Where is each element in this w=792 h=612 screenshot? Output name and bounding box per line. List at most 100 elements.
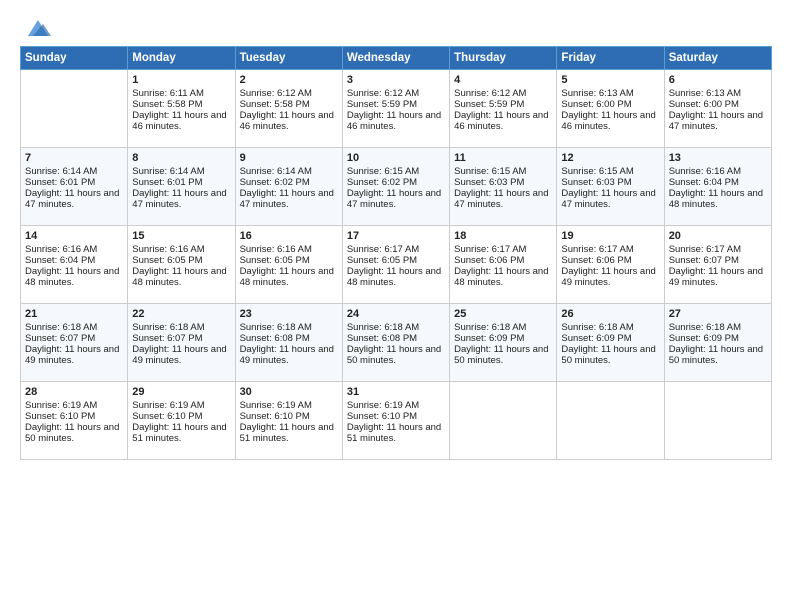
sunrise-text: Sunrise: 6:15 AM	[561, 166, 633, 177]
day-number: 9	[240, 152, 338, 164]
sunset-text: Sunset: 6:00 PM	[561, 99, 631, 110]
daylight-text: Daylight: 11 hours and 46 minutes.	[454, 110, 548, 132]
logo	[20, 18, 53, 36]
daylight-text: Daylight: 11 hours and 48 minutes.	[25, 266, 119, 288]
sunrise-text: Sunrise: 6:19 AM	[347, 400, 419, 411]
sunset-text: Sunset: 6:09 PM	[561, 333, 631, 344]
sunrise-text: Sunrise: 6:16 AM	[669, 166, 741, 177]
header	[20, 18, 772, 36]
daylight-text: Daylight: 11 hours and 48 minutes.	[240, 266, 334, 288]
sunrise-text: Sunrise: 6:19 AM	[25, 400, 97, 411]
day-number: 13	[669, 152, 767, 164]
calendar-week-row: 1Sunrise: 6:11 AMSunset: 5:58 PMDaylight…	[21, 70, 772, 148]
calendar-cell: 2Sunrise: 6:12 AMSunset: 5:58 PMDaylight…	[235, 70, 342, 148]
day-number: 14	[25, 230, 123, 242]
header-day-sunday: Sunday	[21, 47, 128, 70]
sunset-text: Sunset: 5:59 PM	[454, 99, 524, 110]
day-number: 17	[347, 230, 445, 242]
sunset-text: Sunset: 6:01 PM	[25, 177, 95, 188]
sunrise-text: Sunrise: 6:11 AM	[132, 88, 204, 99]
sunset-text: Sunset: 6:06 PM	[454, 255, 524, 266]
calendar-cell: 4Sunrise: 6:12 AMSunset: 5:59 PMDaylight…	[450, 70, 557, 148]
calendar-cell: 27Sunrise: 6:18 AMSunset: 6:09 PMDayligh…	[664, 304, 771, 382]
sunset-text: Sunset: 6:10 PM	[240, 411, 310, 422]
day-number: 25	[454, 308, 552, 320]
sunrise-text: Sunrise: 6:19 AM	[240, 400, 312, 411]
calendar-cell: 9Sunrise: 6:14 AMSunset: 6:02 PMDaylight…	[235, 148, 342, 226]
daylight-text: Daylight: 11 hours and 49 minutes.	[561, 266, 655, 288]
calendar-cell: 28Sunrise: 6:19 AMSunset: 6:10 PMDayligh…	[21, 382, 128, 460]
sunrise-text: Sunrise: 6:15 AM	[347, 166, 419, 177]
day-number: 24	[347, 308, 445, 320]
calendar-cell: 26Sunrise: 6:18 AMSunset: 6:09 PMDayligh…	[557, 304, 664, 382]
daylight-text: Daylight: 11 hours and 47 minutes.	[454, 188, 548, 210]
sunset-text: Sunset: 6:06 PM	[561, 255, 631, 266]
sunrise-text: Sunrise: 6:18 AM	[347, 322, 419, 333]
sunset-text: Sunset: 6:07 PM	[132, 333, 202, 344]
calendar-cell: 30 Sunrise: 6:19 AMSunset: 6:10 PMDayligh…	[235, 382, 342, 460]
daylight-text: Daylight: 11 hours and 51 minutes.	[132, 422, 226, 444]
sunrise-text: Sunrise: 6:12 AM	[347, 88, 419, 99]
daylight-text: Daylight: 11 hours and 51 minutes.	[240, 422, 334, 444]
sunset-text: Sunset: 5:58 PM	[132, 99, 202, 110]
daylight-text: Daylight: 11 hours and 48 minutes.	[132, 266, 226, 288]
daylight-text: Daylight: 11 hours and 50 minutes.	[25, 422, 119, 444]
logo-icon	[23, 18, 53, 40]
sunset-text: Sunset: 6:10 PM	[347, 411, 417, 422]
daylight-text: Daylight: 11 hours and 47 minutes.	[669, 110, 763, 132]
calendar-cell: 25Sunrise: 6:18 AMSunset: 6:09 PMDayligh…	[450, 304, 557, 382]
day-number: 11	[454, 152, 552, 164]
header-day-thursday: Thursday	[450, 47, 557, 70]
daylight-text: Daylight: 11 hours and 48 minutes.	[347, 266, 441, 288]
sunrise-text: Sunrise: 6:16 AM	[240, 244, 312, 255]
day-number: 6	[669, 74, 767, 86]
daylight-text: Daylight: 11 hours and 49 minutes.	[25, 344, 119, 366]
day-number: 18	[454, 230, 552, 242]
sunrise-text: Sunrise: 6:17 AM	[347, 244, 419, 255]
sunrise-text: Sunrise: 6:16 AM	[25, 244, 97, 255]
calendar-header-row: SundayMondayTuesdayWednesdayThursdayFrid…	[21, 47, 772, 70]
day-number: 16	[240, 230, 338, 242]
calendar-table: SundayMondayTuesdayWednesdayThursdayFrid…	[20, 46, 772, 460]
calendar-cell: 8Sunrise: 6:14 AMSunset: 6:01 PMDaylight…	[128, 148, 235, 226]
day-number: 3	[347, 74, 445, 86]
sunset-text: Sunset: 6:00 PM	[669, 99, 739, 110]
header-day-wednesday: Wednesday	[342, 47, 449, 70]
day-number: 30	[240, 386, 338, 398]
daylight-text: Daylight: 11 hours and 46 minutes.	[347, 110, 441, 132]
sunset-text: Sunset: 5:58 PM	[240, 99, 310, 110]
calendar-cell: 29Sunrise: 6:19 AMSunset: 6:10 PMDayligh…	[128, 382, 235, 460]
sunrise-text: Sunrise: 6:14 AM	[25, 166, 97, 177]
sunset-text: Sunset: 6:10 PM	[132, 411, 202, 422]
daylight-text: Daylight: 11 hours and 47 minutes.	[25, 188, 119, 210]
sunrise-text: Sunrise: 6:17 AM	[454, 244, 526, 255]
sunset-text: Sunset: 6:07 PM	[25, 333, 95, 344]
day-number: 26	[561, 308, 659, 320]
sunset-text: Sunset: 6:02 PM	[240, 177, 310, 188]
day-number: 19	[561, 230, 659, 242]
day-number: 12	[561, 152, 659, 164]
sunrise-text: Sunrise: 6:13 AM	[561, 88, 633, 99]
header-day-tuesday: Tuesday	[235, 47, 342, 70]
day-number: 7	[25, 152, 123, 164]
sunset-text: Sunset: 6:03 PM	[454, 177, 524, 188]
day-number: 27	[669, 308, 767, 320]
sunset-text: Sunset: 6:04 PM	[669, 177, 739, 188]
calendar-cell: 21Sunrise: 6:18 AMSunset: 6:07 PMDayligh…	[21, 304, 128, 382]
page: SundayMondayTuesdayWednesdayThursdayFrid…	[0, 0, 792, 612]
day-number: 31	[347, 386, 445, 398]
calendar-cell: 11Sunrise: 6:15 AMSunset: 6:03 PMDayligh…	[450, 148, 557, 226]
header-day-friday: Friday	[557, 47, 664, 70]
header-day-saturday: Saturday	[664, 47, 771, 70]
day-number: 29	[132, 386, 230, 398]
sunrise-text: Sunrise: 6:18 AM	[669, 322, 741, 333]
daylight-text: Daylight: 11 hours and 48 minutes.	[669, 188, 763, 210]
calendar-cell: 3Sunrise: 6:12 AMSunset: 5:59 PMDaylight…	[342, 70, 449, 148]
day-number: 22	[132, 308, 230, 320]
calendar-cell: 24Sunrise: 6:18 AMSunset: 6:08 PMDayligh…	[342, 304, 449, 382]
calendar-cell: 14Sunrise: 6:16 AMSunset: 6:04 PMDayligh…	[21, 226, 128, 304]
sunrise-text: Sunrise: 6:14 AM	[240, 166, 312, 177]
day-number: 20	[669, 230, 767, 242]
sunset-text: Sunset: 6:09 PM	[454, 333, 524, 344]
daylight-text: Daylight: 11 hours and 46 minutes.	[561, 110, 655, 132]
